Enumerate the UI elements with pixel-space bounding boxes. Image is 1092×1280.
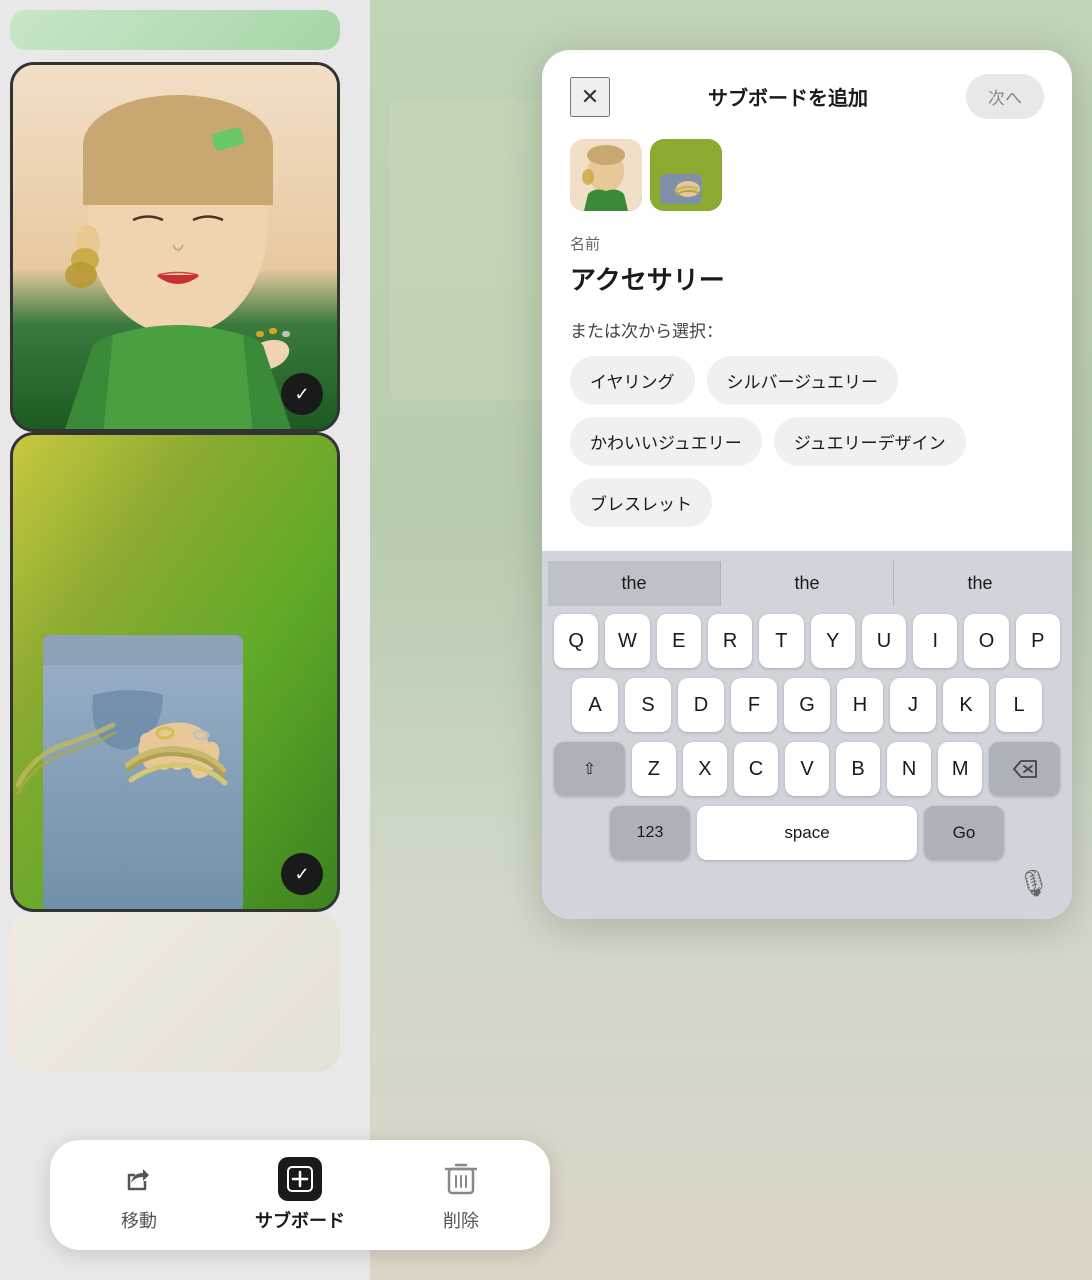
autocomplete-item-1[interactable]: the [548, 561, 721, 606]
key-r[interactable]: R [708, 614, 752, 668]
selected-thumbnails [570, 139, 1044, 211]
key-space[interactable]: space [697, 806, 917, 860]
key-t[interactable]: T [759, 614, 803, 668]
key-o[interactable]: O [964, 614, 1008, 668]
autocomplete-bar: the the the [548, 561, 1066, 606]
key-z[interactable]: Z [632, 742, 676, 796]
key-123[interactable]: 123 [610, 806, 690, 860]
modal-header: ✕ サブボードを追加 次へ [570, 74, 1044, 119]
modal-title: サブボードを追加 [708, 82, 868, 111]
tag-0[interactable]: イヤリング [570, 356, 695, 405]
subboard-icon [278, 1157, 322, 1201]
key-m[interactable]: M [938, 742, 982, 796]
key-g[interactable]: G [784, 678, 830, 732]
key-d[interactable]: D [678, 678, 724, 732]
move-label: 移動 [121, 1207, 157, 1233]
key-k[interactable]: K [943, 678, 989, 732]
key-c[interactable]: C [734, 742, 778, 796]
modal-next-button[interactable]: 次へ [966, 74, 1044, 119]
thumbnail-2 [650, 139, 722, 211]
move-icon [117, 1157, 161, 1201]
key-row-2: A S D F G H J K L [554, 678, 1060, 732]
pin-card-1: ✓ [10, 62, 340, 432]
mic-icon[interactable]: 🎙 [1017, 868, 1050, 899]
key-h[interactable]: H [837, 678, 883, 732]
thumbnail-1 [570, 139, 642, 211]
key-u[interactable]: U [862, 614, 906, 668]
toolbar-delete[interactable]: 削除 [439, 1157, 483, 1233]
suggested-tags: イヤリングシルバージュエリーかわいいジュエリージュエリーデザインブレスレット [570, 356, 1044, 527]
key-a[interactable]: A [572, 678, 618, 732]
tag-2[interactable]: かわいいジュエリー [570, 417, 762, 466]
key-p[interactable]: P [1016, 614, 1060, 668]
key-f[interactable]: F [731, 678, 777, 732]
key-j[interactable]: J [890, 678, 936, 732]
tag-1[interactable]: シルバージュエリー [707, 356, 898, 405]
key-b[interactable]: B [836, 742, 880, 796]
key-l[interactable]: L [996, 678, 1042, 732]
modal-close-button[interactable]: ✕ [570, 77, 610, 117]
key-v[interactable]: V [785, 742, 829, 796]
key-x[interactable]: X [683, 742, 727, 796]
key-row-3: ⇧ Z X C V B N M [554, 742, 1060, 796]
keyboard-rows: Q W E R T Y U I O P A S D F G H J K [548, 614, 1066, 860]
key-y[interactable]: Y [811, 614, 855, 668]
autocomplete-item-3[interactable]: the [894, 561, 1066, 606]
tag-4[interactable]: ブレスレット [570, 478, 712, 527]
subboard-label: サブボード [255, 1207, 345, 1233]
keyboard: the the the Q W E R T Y U I O P A S D [542, 551, 1072, 919]
name-field-label: 名前 [570, 233, 1044, 254]
bottom-toolbar: 移動 サブボード 削除 [50, 1140, 550, 1250]
key-row-4: 123 space Go [554, 806, 1060, 860]
key-shift[interactable]: ⇧ [554, 742, 625, 796]
key-i[interactable]: I [913, 614, 957, 668]
key-s[interactable]: S [625, 678, 671, 732]
delete-label: 削除 [443, 1207, 479, 1233]
key-w[interactable]: W [605, 614, 649, 668]
key-go[interactable]: Go [924, 806, 1004, 860]
check-badge-2: ✓ [281, 853, 323, 895]
pin-card-2: ✓ [10, 432, 340, 912]
add-subboard-modal: ✕ サブボードを追加 次へ 名前 アクセサリー または [542, 50, 1072, 919]
tag-3[interactable]: ジュエリーデザイン [774, 417, 966, 466]
toolbar-move[interactable]: 移動 [117, 1157, 161, 1233]
autocomplete-item-2[interactable]: the [721, 561, 894, 606]
toolbar-subboard[interactable]: サブボード [255, 1157, 345, 1233]
key-backspace[interactable] [989, 742, 1060, 796]
key-n[interactable]: N [887, 742, 931, 796]
delete-icon [439, 1157, 483, 1201]
mic-row: 🎙 [548, 860, 1066, 903]
key-q[interactable]: Q [554, 614, 598, 668]
select-from-label: または次から選択： [570, 317, 1044, 342]
name-field-value[interactable]: アクセサリー [570, 260, 1044, 297]
check-badge-1: ✓ [281, 373, 323, 415]
key-row-1: Q W E R T Y U I O P [554, 614, 1060, 668]
key-e[interactable]: E [657, 614, 701, 668]
